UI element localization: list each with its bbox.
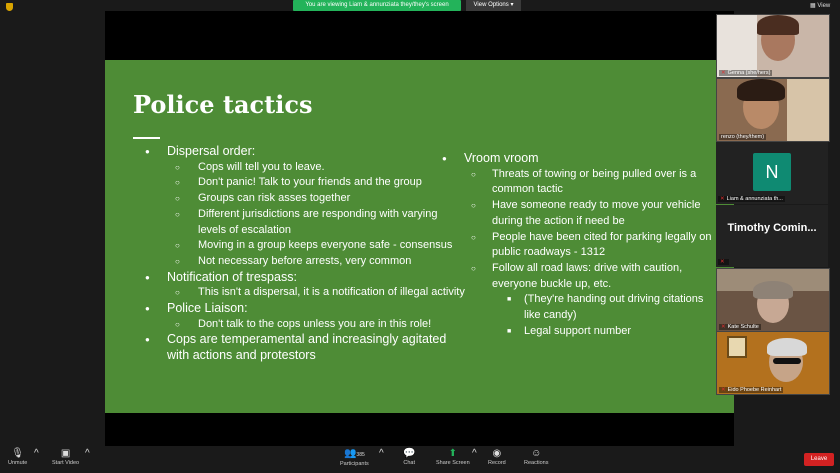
participant-name: ✕ Genna (she/hers) [719,70,773,76]
participant-hair [737,79,785,101]
participant-hair [767,338,807,356]
reactions-label: Reactions [524,460,549,466]
bullet-level-2: Have someone ready to move your vehicle … [442,198,712,229]
participants-count: 385 [356,452,365,458]
participant-tile[interactable]: ✕ Genna (she/hers) [716,14,830,78]
slide-right-column: Vroom vroomThreats of towing or being pu… [442,151,712,339]
participant-avatar: N [753,153,791,191]
chat-label: Chat [403,460,416,466]
participant-name-large: Timothy Comin... [727,222,817,234]
audio-options-button[interactable]: ^ [34,448,39,460]
background-wall [717,15,757,77]
participant-tile[interactable]: renzo (they/them) [716,78,830,142]
bullet-level-2: Different jurisdictions are responding w… [145,207,465,238]
participant-name: ✕ [718,259,729,265]
record-label: Record [488,460,506,466]
bullet-level-1: Vroom vroom [442,151,712,167]
muted-mic-icon: ✕ [721,387,726,393]
presentation-slide: Police tactics Dispersal order:Cops will… [105,60,734,413]
share-options-button[interactable]: ^ [472,448,477,460]
participant-hair [757,15,799,35]
muted-mic-icon: ✕ [720,196,725,202]
muted-mic-icon: ✕ [721,70,726,76]
bullet-level-2: People have been cited for parking legal… [442,230,712,261]
record-button[interactable]: ◉ Record [488,448,506,466]
participants-label: Participants [340,461,369,467]
title-divider [133,137,160,139]
bullet-level-1: Notification of trespass: [145,270,465,286]
video-options-button[interactable]: ^ [85,448,90,460]
caret-up-icon: ^ [85,448,90,459]
slide-left-column: Dispersal order:Cops will tell you to le… [145,144,465,364]
unmute-button[interactable]: 🎙 Unmute [8,448,27,466]
bullet-level-2: Cops will tell you to leave. [145,160,465,176]
participant-tile[interactable]: Timothy Comin... ✕ [716,205,828,267]
chat-icon: 💬 [403,448,416,459]
microphone-muted-icon: 🎙 [11,448,24,459]
view-options-button[interactable]: View Options ▾ [466,0,521,11]
bullet-level-2: Don't panic! Talk to your friends and th… [145,175,465,191]
view-button[interactable]: ▦ View [810,2,830,9]
view-label: View [817,3,831,9]
meeting-toolbar: 🎙 Unmute ^ ▣ Start Video ^ 👥385 Particip… [0,446,840,473]
muted-mic-icon: ✕ [721,324,726,330]
security-shield-icon[interactable] [6,3,13,11]
start-video-label: Start Video [52,460,80,466]
caret-up-icon: ^ [379,448,384,459]
participant-tile[interactable]: N ✕ Liam & annunziata th... [716,142,828,204]
bullet-level-1: Cops are temperamental and increasingly … [145,332,465,363]
share-screen-icon: ⬆ [448,448,458,459]
bullet-level-1: Dispersal order: [145,144,465,160]
unmute-label: Unmute [8,460,28,466]
participant-tile[interactable]: ✕ Kate Schulte [716,268,830,332]
video-off-icon: ▣ [60,448,71,459]
bullet-level-2: Moving in a group keeps everyone safe - … [145,238,465,254]
share-screen-button[interactable]: ⬆ Share Screen [436,448,470,466]
caret-up-icon: ^ [34,448,39,459]
wall-picture [727,336,747,358]
muted-mic-icon: ✕ [720,259,725,265]
background-wall [787,79,829,141]
slide-title: Police tactics [133,90,313,119]
chat-button[interactable]: 💬 Chat [403,448,415,466]
participant-hair [753,281,793,299]
start-video-button[interactable]: ▣ Start Video [52,448,79,466]
participant-tile[interactable]: ✕ Eido Phoebe Reinhart [716,331,830,395]
bullet-level-2: Threats of towing or being pulled over i… [442,167,712,198]
bullet-level-3: Legal support number [442,324,712,340]
reactions-button[interactable]: ☺ Reactions [524,448,548,466]
participants-options-button[interactable]: ^ [379,448,384,460]
bullet-level-3: (They're handing out driving citations l… [442,292,712,323]
bullet-level-2: Don't talk to the cops unless you are in… [145,317,465,333]
bullet-level-2: Groups can risk asses together [145,191,465,207]
participants-icon: 👥385 [343,448,365,459]
participant-name: renzo (they/them) [719,134,767,140]
bullet-level-1: Police Liaison: [145,301,465,317]
share-screen-label: Share Screen [436,460,470,466]
leave-button[interactable]: Leave [804,453,834,466]
participants-button[interactable]: 👥385 Participants [340,448,369,467]
participant-name: ✕ Kate Schulte [719,324,761,330]
record-icon: ◉ [492,448,502,459]
participant-name: ✕ Eido Phoebe Reinhart [719,387,784,393]
bullet-level-2: This isn't a dispersal, it is a notifica… [145,285,465,301]
bullet-level-2: Follow all road laws: drive with caution… [442,261,712,292]
caret-up-icon: ^ [472,448,477,459]
sunglasses [773,358,801,364]
reactions-icon: ☺ [531,448,542,459]
participant-name: ✕ Liam & annunziata th... [718,196,785,202]
viewing-banner: You are viewing Liam & annunziata they/t… [293,0,461,11]
bullet-level-2: Not necessary before arrests, very commo… [145,254,465,270]
